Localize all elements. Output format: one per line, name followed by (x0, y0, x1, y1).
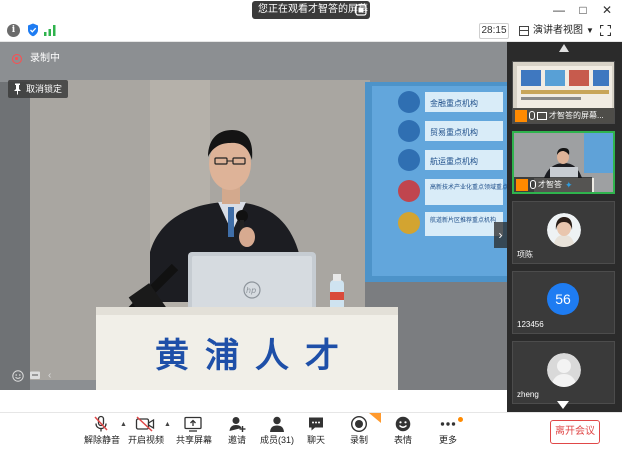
podium-banner-text: 黄浦人才 (155, 336, 355, 376)
tile-name: 项陈 (517, 250, 533, 259)
audio-options-caret-icon[interactable]: ▲ (120, 421, 127, 428)
reactions-label: 表情 (393, 435, 412, 445)
view-mode-button[interactable]: 演讲者视图 ▼ (519, 23, 594, 39)
grid-view-icon (519, 26, 529, 36)
recording-indicator: 录制中 (12, 52, 60, 66)
collapse-arrow-icon[interactable]: ‹ (48, 370, 60, 382)
meeting-timer: 28:15 (479, 23, 509, 39)
speaker-video-scene: 金融重点机构 贸易重点机构 航运重点机构 高新技术产业化重点领域重点机构 航道新… (0, 42, 507, 390)
board-item-5: 航道新片区推荐重点机构 (430, 216, 496, 224)
more-notification-dot (458, 417, 463, 422)
microphone-icon (530, 180, 536, 189)
share-status-text: 您正在观看才智答的屏幕 (258, 4, 368, 15)
microphone-muted-icon (94, 415, 108, 432)
scroll-up-arrow-icon[interactable] (559, 44, 569, 52)
participant-tile-screen[interactable]: 才智答的屏幕... (512, 61, 615, 124)
default-user-avatar-icon (547, 353, 581, 387)
minimize-button[interactable]: — (548, 0, 570, 20)
record-button[interactable]: 录制 (347, 415, 371, 449)
view-mode-label: 演讲者视图 (533, 25, 583, 36)
next-page-arrow[interactable]: › (494, 222, 507, 248)
participant-avatar-initials: 56 (547, 283, 579, 315)
speaking-icon: ✦ (565, 179, 573, 190)
board-item-1: 金融重点机构 (430, 98, 478, 108)
share-screen-button[interactable]: 共享屏幕 (176, 415, 213, 449)
recording-dot-icon (12, 54, 22, 64)
scroll-down-arrow-icon[interactable] (557, 401, 569, 409)
start-video-button[interactable]: 开启视频 (128, 415, 165, 449)
participant-tile-active-speaker[interactable]: 才智答 ✦ (512, 131, 615, 194)
maximize-button[interactable]: □ (572, 0, 594, 20)
title-bar: 您正在观看才智答的屏幕 — □ ✕ (0, 0, 622, 20)
fullscreen-icon[interactable] (600, 25, 611, 36)
host-badge-icon (516, 178, 528, 191)
chat-icon (309, 417, 323, 431)
tile-name: 才智答 (538, 180, 562, 189)
more-dots-icon (440, 422, 456, 426)
tile-name: 才智答的屏幕... (549, 111, 604, 120)
chevron-down-icon: ▼ (586, 26, 594, 35)
unmute-button[interactable]: 解除静音 (84, 415, 121, 449)
signal-strength-icon[interactable] (44, 24, 56, 36)
board-item-3: 航运重点机构 (430, 156, 478, 166)
share-screen-icon (184, 416, 202, 432)
unmute-label: 解除静音 (84, 435, 121, 445)
video-options-caret-icon[interactable]: ▲ (164, 421, 171, 428)
emoji-reaction-icon[interactable] (12, 370, 24, 382)
screen-share-icon (537, 111, 547, 120)
participant-avatar (547, 213, 581, 247)
board-item-4: 高新技术产业化重点领域重点机构 (430, 183, 507, 191)
participants-icon (270, 416, 284, 432)
participants-label: 成员(31) (259, 435, 294, 445)
emoji-icon (395, 416, 411, 432)
video-off-icon (135, 416, 155, 432)
pin-icon (14, 83, 21, 95)
leave-meeting-button[interactable]: 离开会议 (550, 420, 600, 444)
microphone-icon (529, 111, 535, 120)
participants-button[interactable]: 成员(31) (259, 415, 295, 449)
tile-name-bar: 才智答 ✦ (514, 177, 592, 192)
reactions-button[interactable]: 表情 (391, 415, 415, 449)
meeting-toolbar: i 28:15 演讲者视图 ▼ (0, 20, 622, 42)
participant-tile-zheng[interactable]: zheng (512, 341, 615, 404)
participant-tile-xiangchen[interactable]: 项陈 (512, 201, 615, 264)
share-screen-label: 共享屏幕 (176, 435, 213, 445)
unpin-button[interactable]: 取消锁定 (8, 80, 69, 98)
tile-name: 123456 (517, 320, 544, 329)
tile-name-bar: 才智答的屏幕... (513, 108, 614, 123)
more-button[interactable]: 更多 (436, 415, 460, 449)
board-item-2: 贸易重点机构 (430, 127, 478, 137)
share-status-pill[interactable]: 您正在观看才智答的屏幕 (252, 1, 370, 19)
chat-bubble-icon[interactable] (29, 370, 41, 382)
bottom-control-bar: 解除静音 ▲ 开启视频 ▲ 共享屏幕 邀请 成员(31) 聊天 录制 表情 更多… (0, 412, 622, 450)
chat-button[interactable]: 聊天 (304, 415, 328, 449)
info-icon[interactable]: i (7, 24, 20, 37)
record-label: 录制 (349, 435, 368, 445)
host-badge-icon (515, 109, 527, 122)
more-label: 更多 (438, 435, 457, 445)
invite-button[interactable]: 邀请 (224, 415, 250, 449)
close-button[interactable]: ✕ (596, 0, 618, 20)
stop-viewing-icon[interactable] (355, 4, 367, 16)
record-icon (350, 415, 368, 433)
svg-text:hp: hp (246, 286, 256, 295)
shield-icon[interactable] (27, 23, 39, 37)
tile-name: zheng (517, 390, 539, 399)
main-video-stage: 金融重点机构 贸易重点机构 航运重点机构 高新技术产业化重点领域重点机构 航道新… (0, 42, 507, 390)
unpin-label: 取消锁定 (26, 84, 63, 94)
chat-label: 聊天 (306, 435, 325, 445)
recording-label: 录制中 (30, 53, 60, 64)
add-user-icon (229, 417, 246, 432)
start-video-label: 开启视频 (128, 435, 165, 445)
invite-label: 邀请 (227, 435, 246, 445)
